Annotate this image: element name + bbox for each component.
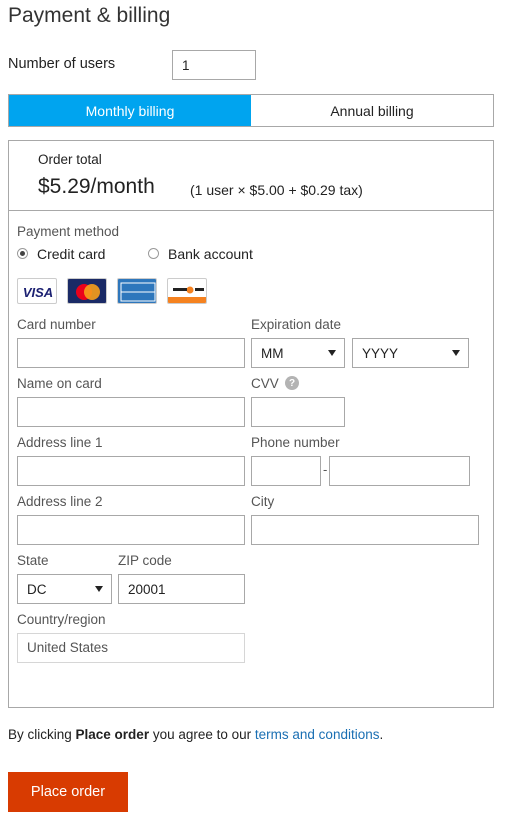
credit-card-label: Credit card — [37, 246, 106, 262]
state-select[interactable]: DC — [17, 574, 112, 604]
address-line-2-label: Address line 2 — [17, 494, 103, 509]
order-total-amount: $5.29/month — [38, 175, 155, 198]
terms-link[interactable]: terms and conditions — [255, 727, 380, 742]
bank-account-label: Bank account — [168, 246, 253, 262]
phone-separator: - — [323, 462, 328, 477]
city-input[interactable] — [251, 515, 479, 545]
bank-account-radio[interactable] — [148, 248, 159, 259]
expiration-month-value: MM — [261, 346, 284, 361]
address-line-1-label: Address line 1 — [17, 435, 103, 450]
order-breakdown: (1 user × $5.00 + $0.29 tax) — [190, 182, 363, 198]
address-line-2-input[interactable] — [17, 515, 245, 545]
agreement-text: By clicking Place order you agree to our… — [8, 727, 383, 742]
city-label: City — [251, 494, 275, 509]
name-on-card-input[interactable] — [17, 397, 245, 427]
users-label: Number of users — [8, 56, 116, 72]
phone-number-label: Phone number — [251, 435, 340, 450]
country-region-label: Country/region — [17, 612, 106, 627]
agreement-bold: Place order — [75, 727, 150, 742]
payment-method-label: Payment method — [17, 224, 120, 239]
mastercard-icon — [67, 278, 107, 304]
discover-icon — [167, 278, 207, 304]
place-order-button[interactable]: Place order — [8, 772, 128, 812]
chevron-down-icon — [452, 350, 460, 356]
cvv-label: CVV — [251, 376, 279, 391]
card-number-input[interactable] — [17, 338, 245, 368]
phone-number-input[interactable] — [329, 456, 470, 486]
address-line-1-input[interactable] — [17, 456, 245, 486]
credit-card-radio[interactable] — [17, 248, 28, 259]
agreement-middle: you agree to our — [149, 727, 255, 742]
agreement-prefix: By clicking — [8, 727, 76, 742]
help-icon[interactable]: ? — [285, 376, 299, 390]
zip-code-label: ZIP code — [118, 553, 172, 568]
page-title: Payment & billing — [8, 4, 171, 27]
tab-annual-billing[interactable]: Annual billing — [251, 95, 493, 126]
card-number-label: Card number — [17, 317, 96, 332]
expiration-year-select[interactable]: YYYY — [352, 338, 469, 368]
expiration-year-value: YYYY — [362, 346, 399, 361]
panel-divider — [8, 210, 494, 211]
country-region-field: United States — [17, 633, 245, 663]
users-input[interactable] — [172, 50, 256, 80]
order-total-label: Order total — [38, 152, 102, 167]
name-on-card-label: Name on card — [17, 376, 102, 391]
chevron-down-icon — [328, 350, 336, 356]
tab-monthly-billing[interactable]: Monthly billing — [9, 95, 251, 126]
amex-icon — [117, 278, 157, 304]
phone-area-input[interactable] — [251, 456, 321, 486]
agreement-suffix: . — [379, 727, 384, 742]
visa-icon: VISA — [17, 278, 57, 304]
state-value: DC — [27, 582, 47, 597]
expiration-date-label: Expiration date — [251, 317, 342, 332]
chevron-down-icon — [95, 586, 103, 592]
cvv-input[interactable] — [251, 397, 345, 427]
billing-tabs: Monthly billing Annual billing — [8, 94, 494, 127]
expiration-month-select[interactable]: MM — [251, 338, 345, 368]
svg-text:VISA: VISA — [23, 285, 53, 300]
zip-code-input[interactable] — [118, 574, 245, 604]
state-label: State — [17, 553, 49, 568]
